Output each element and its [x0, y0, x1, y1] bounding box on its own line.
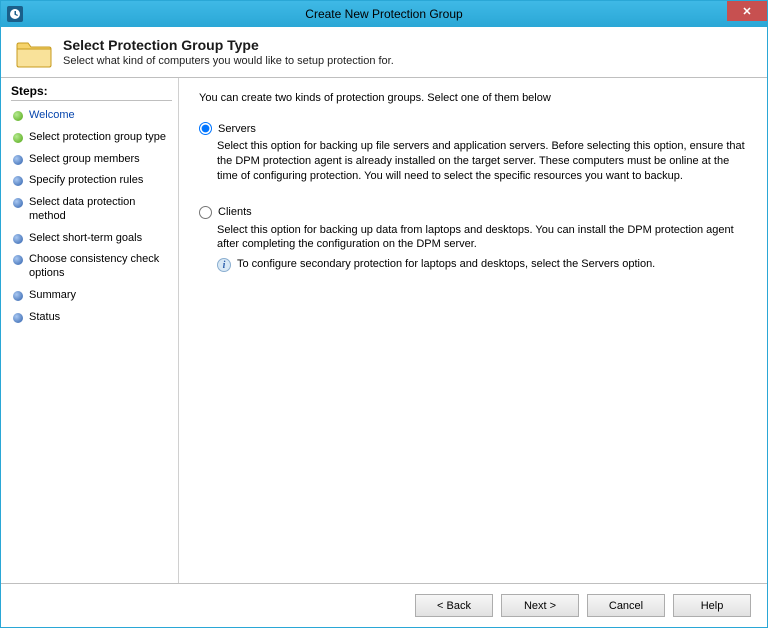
- step-bullet-icon: [13, 133, 23, 143]
- step-bullet-icon: [13, 291, 23, 301]
- step-label: Welcome: [29, 109, 75, 123]
- intro-text: You can create two kinds of protection g…: [199, 92, 747, 104]
- step-label: Choose consistency check options: [29, 253, 170, 281]
- step-label: Select protection group type: [29, 131, 166, 145]
- step-label: Select data protection method: [29, 196, 170, 224]
- option-servers-block: Servers Select this option for backing u…: [199, 122, 747, 184]
- content-area: Select Protection Group Type Select what…: [1, 27, 767, 627]
- step-bullet-icon: [13, 313, 23, 323]
- step-label: Select short-term goals: [29, 232, 142, 246]
- window-title: Create New Protection Group: [1, 7, 767, 21]
- step-item[interactable]: Summary: [11, 285, 172, 307]
- option-clients-label: Clients: [218, 206, 252, 218]
- option-clients-desc: Select this option for backing up data f…: [217, 223, 747, 253]
- steps-header: Steps:: [11, 84, 172, 101]
- option-clients[interactable]: Clients: [199, 206, 747, 219]
- step-label: Specify protection rules: [29, 174, 143, 188]
- step-bullet-icon: [13, 255, 23, 265]
- option-servers[interactable]: Servers: [199, 122, 747, 135]
- step-bullet-icon: [13, 198, 23, 208]
- radio-clients[interactable]: [199, 206, 212, 219]
- step-label: Status: [29, 311, 60, 325]
- main-panel: You can create two kinds of protection g…: [179, 78, 767, 583]
- page-header: Select Protection Group Type Select what…: [1, 27, 767, 77]
- step-item[interactable]: Select short-term goals: [11, 228, 172, 250]
- step-bullet-icon: [13, 234, 23, 244]
- page-title: Select Protection Group Type: [63, 37, 394, 53]
- close-button[interactable]: ✕: [727, 1, 767, 21]
- radio-servers[interactable]: [199, 122, 212, 135]
- page-subtitle: Select what kind of computers you would …: [63, 55, 394, 67]
- wizard-window: Create New Protection Group ✕ Select Pro…: [0, 0, 768, 628]
- clients-info-text: To configure secondary protection for la…: [237, 258, 655, 270]
- steps-list: Welcome Select protection group type Selec…: [11, 105, 172, 328]
- next-button[interactable]: Next >: [501, 594, 579, 617]
- option-clients-block: Clients Select this option for backing u…: [199, 206, 747, 273]
- option-servers-label: Servers: [218, 123, 256, 135]
- step-item[interactable]: Specify protection rules: [11, 170, 172, 192]
- step-item[interactable]: Status: [11, 307, 172, 329]
- option-servers-desc: Select this option for backing up file s…: [217, 139, 747, 184]
- back-button[interactable]: < Back: [415, 594, 493, 617]
- step-item[interactable]: Choose consistency check options: [11, 249, 172, 285]
- step-bullet-icon: [13, 176, 23, 186]
- close-icon: ✕: [742, 5, 751, 18]
- step-bullet-icon: [13, 111, 23, 121]
- step-item[interactable]: Select data protection method: [11, 192, 172, 228]
- cancel-button[interactable]: Cancel: [587, 594, 665, 617]
- footer: < Back Next > Cancel Help: [1, 583, 767, 627]
- titlebar: Create New Protection Group ✕: [1, 1, 767, 27]
- step-item[interactable]: Welcome: [11, 105, 172, 127]
- help-button[interactable]: Help: [673, 594, 751, 617]
- steps-panel: Steps: Welcome Select protection group ty…: [1, 78, 179, 583]
- folder-icon: [15, 37, 53, 69]
- step-bullet-icon: [13, 155, 23, 165]
- info-icon: i: [217, 258, 231, 272]
- step-item[interactable]: Select group members: [11, 149, 172, 171]
- body-row: Steps: Welcome Select protection group ty…: [1, 78, 767, 583]
- step-item[interactable]: Select protection group type: [11, 127, 172, 149]
- step-label: Select group members: [29, 153, 140, 167]
- step-label: Summary: [29, 289, 76, 303]
- clients-info-row: i To configure secondary protection for …: [217, 258, 747, 272]
